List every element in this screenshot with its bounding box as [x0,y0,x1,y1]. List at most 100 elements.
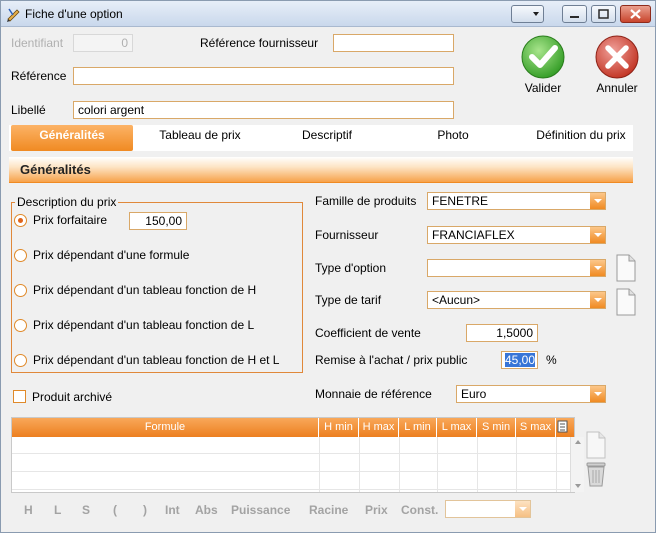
annuler-button[interactable]: Annuler [587,34,647,98]
dropdown-arrow-icon [590,260,605,276]
formula-table-header: Formule H min H max L min L max S min S … [12,418,574,437]
radio-prix-formule[interactable] [14,249,27,262]
close-window-button[interactable] [620,5,651,23]
formula-s-button[interactable]: S [82,503,90,517]
libelle-field[interactable] [73,101,454,119]
table-row[interactable] [12,437,574,454]
identifiant-label: Identifiant [11,36,64,50]
radio-prix-tableau-hl[interactable] [14,354,27,367]
fournisseur-combo[interactable]: FRANCIAFLEX [427,226,606,244]
col-l-max[interactable]: L max [437,418,477,437]
prix-formule-label: Prix dépendant d'une formule [33,248,190,262]
formula-racine-button[interactable]: Racine [309,503,348,517]
grid-divider [359,437,360,492]
close-icon [630,9,641,19]
pencil-icon [7,8,20,22]
formula-open-paren-button[interactable]: ( [113,503,117,517]
tab-tableau-de-prix[interactable]: Tableau de prix [139,125,261,151]
minimize-button[interactable] [562,5,587,23]
col-h-max[interactable]: H max [359,418,399,437]
type-tarif-value: <Aucun> [432,293,481,307]
prix-forfaitaire-label: Prix forfaitaire [33,213,108,227]
reference-field[interactable] [73,67,454,85]
formula-l-button[interactable]: L [54,503,61,517]
new-document-icon[interactable] [616,288,636,316]
produit-archive-checkbox[interactable] [13,390,26,403]
col-s-max[interactable]: S max [516,418,556,437]
radio-prix-tableau-l[interactable] [14,319,27,332]
type-option-label: Type d'option [315,261,387,275]
fournisseur-label: Fournisseur [315,228,379,242]
formula-abs-button[interactable]: Abs [195,503,218,517]
grid-divider [399,437,400,492]
formula-puissance-button[interactable]: Puissance [231,503,290,517]
monnaie-label: Monnaie de référence [315,387,432,401]
formula-prix-button[interactable]: Prix [365,503,388,517]
col-l-min[interactable]: L min [399,418,437,437]
maximize-button[interactable] [591,5,616,23]
prix-tableau-hl-label: Prix dépendant d'un tableau fonction de … [33,353,280,367]
tab-photo[interactable]: Photo [393,125,513,151]
prix-tableau-l-label: Prix dépendant d'un tableau fonction de … [33,318,255,332]
col-s-min[interactable]: S min [477,418,516,437]
description-prix-legend: Description du prix [17,195,117,209]
type-tarif-label: Type de tarif [315,293,382,307]
add-row-document-icon[interactable] [585,431,607,459]
famille-label: Famille de produits [315,194,417,208]
prix-tableau-h-label: Prix dépendant d'un tableau fonction de … [33,283,257,297]
coef-vente-field[interactable] [466,324,538,342]
dropdown-arrow-icon [590,193,605,209]
tab-generalites[interactable]: Généralités [11,125,133,151]
const-combo[interactable] [445,500,531,518]
remise-field[interactable]: 45,00 [501,351,538,369]
formula-close-paren-button[interactable]: ) [143,503,147,517]
trash-icon[interactable] [584,460,608,488]
monnaie-combo[interactable]: Euro [456,385,606,403]
maximize-icon [598,9,609,19]
annuler-label: Annuler [596,81,638,95]
dropdown-arrow-icon [590,227,605,243]
famille-combo[interactable]: FENETRE [427,192,606,210]
column-picker-icon[interactable] [557,420,569,434]
table-row[interactable] [12,455,574,472]
grid-divider [437,437,438,492]
ref-fournisseur-field[interactable] [333,34,454,52]
minimize-icon [570,16,579,18]
window-menu-button[interactable] [511,5,544,23]
col-h-min[interactable]: H min [319,418,359,437]
dropdown-arrow-icon [515,501,530,517]
grid-divider [556,437,557,492]
type-option-combo[interactable] [427,259,606,277]
table-row[interactable] [12,473,574,490]
type-tarif-combo[interactable]: <Aucun> [427,291,606,309]
tab-descriptif[interactable]: Descriptif [267,125,387,151]
radio-prix-tableau-h[interactable] [14,284,27,297]
formula-table[interactable]: Formule H min H max L min L max S min S … [11,417,584,493]
prix-forfaitaire-field[interactable] [129,212,187,230]
table-scrollbar[interactable] [570,437,584,492]
radio-prix-forfaitaire[interactable] [14,214,27,227]
option-window: Fiche d'une option Identifiant Référence… [0,0,656,533]
formula-int-button[interactable]: Int [165,503,180,517]
reference-label: Référence [11,69,67,83]
produit-archive-label: Produit archivé [32,390,113,404]
new-document-icon[interactable] [616,254,636,282]
remise-label: Remise à l'achat / prix public [315,353,468,367]
grid-divider [477,437,478,492]
formula-const-button[interactable]: Const. [401,503,438,517]
famille-value: FENETRE [432,194,489,208]
remise-value: 45,00 [504,353,535,367]
tab-definition-du-prix[interactable]: Définition du prix [519,125,643,151]
valider-button[interactable]: Valider [513,34,573,98]
section-title: Généralités [20,162,91,177]
monnaie-value: Euro [461,387,487,401]
col-formule[interactable]: Formule [12,418,319,437]
section-header: Généralités [9,157,633,183]
scroll-arrows-icon [575,440,581,488]
cancel-x-icon [595,35,639,79]
formula-h-button[interactable]: H [24,503,33,517]
coef-vente-label: Coefficient de vente [315,326,421,340]
grid-divider [516,437,517,492]
window-title: Fiche d'une option [25,7,123,21]
remise-unit: % [546,353,557,367]
